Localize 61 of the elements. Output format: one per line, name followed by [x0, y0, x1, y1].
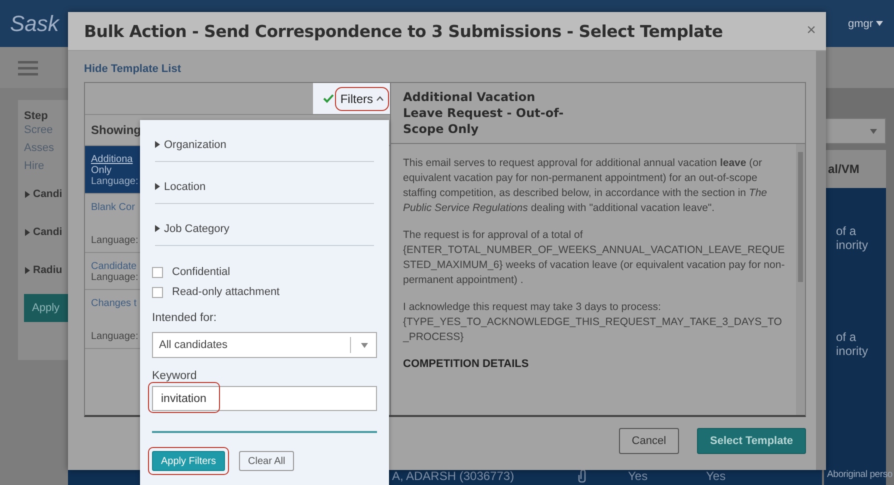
clear-all-button[interactable]: Clear All	[239, 451, 294, 471]
close-button[interactable]: ×	[806, 22, 816, 40]
caret-icon	[870, 128, 877, 134]
table-cell: A, ADARSH (3036773)	[392, 468, 514, 482]
preview-title: Additional Vacation Leave Request - Out-of-Scope Only	[403, 89, 565, 137]
filter-section[interactable]: Organization	[164, 138, 226, 150]
column-header: al/VM	[824, 150, 886, 188]
filters-toggle[interactable]: Filters	[313, 83, 390, 114]
scrollbar[interactable]	[796, 144, 805, 415]
apply-button[interactable]: Apply	[24, 294, 68, 322]
step-link[interactable]: Asses	[24, 142, 54, 154]
field-label: Keyword	[152, 370, 198, 382]
apply-filters-button[interactable]: Apply Filters	[152, 451, 226, 471]
checkbox-label: Read-only attachment	[172, 286, 280, 298]
table-cell: Yes	[628, 468, 648, 482]
menu-icon[interactable]	[18, 60, 38, 76]
app-logo: Sask	[9, 10, 59, 36]
template-language: Language:	[91, 331, 138, 342]
template-language: Language:	[91, 176, 138, 187]
select-template-button[interactable]: Select Template	[697, 428, 806, 454]
checkbox-label: Confidential	[172, 266, 230, 278]
caret-icon	[361, 342, 368, 348]
template-language: Language:	[91, 235, 138, 246]
template-title[interactable]: Additiona	[91, 154, 133, 165]
sidebar-section[interactable]: Candi	[33, 188, 62, 200]
filters-label[interactable]: Filters	[338, 90, 386, 108]
step-link[interactable]: Hire	[24, 160, 44, 172]
template-title[interactable]: Candidate	[91, 261, 137, 272]
preview-paragraph: The request is for approval of a total of {ENTER_TOTAL_NUMBER_OF_WEEKS_ANNUAL_VACATION_LEAVE_REQUESTED_MAXIMUM_6} weeks of vacation leave (or equivalent vacation pay for non-permanent appointment) .	[403, 228, 786, 288]
user-menu[interactable]: gmgr	[848, 18, 874, 30]
template-title[interactable]: Only	[91, 165, 112, 176]
table-cell-text: inority	[836, 344, 870, 358]
checkbox[interactable]	[152, 286, 163, 298]
keyword-field[interactable]: invitation	[152, 386, 377, 411]
preview-paragraph: I acknowledge this request may take 3 days to process: {TYPE_YES_TO_ACKNOWLEDGE_THIS_REQUEST_MAY_TAKE_3_DAYS_TO_PROCESS}	[403, 300, 783, 345]
table-cell: Yes	[706, 468, 726, 482]
hide-template-list-link[interactable]: Hide Template List	[84, 51, 181, 82]
table-cell-text: inority	[836, 238, 870, 252]
preview-heading: COMPETITION DETAILS	[403, 358, 529, 370]
filter-section[interactable]: Location	[164, 180, 206, 192]
template-language: Language:	[91, 272, 138, 283]
paperclip-icon	[576, 468, 588, 482]
template-title[interactable]: Changes t	[91, 298, 137, 309]
sidebar-section[interactable]: Candi	[33, 226, 62, 238]
cancel-button[interactable]: Cancel	[618, 428, 680, 454]
intended-for-select[interactable]: All candidates	[152, 332, 377, 358]
dialog-title: Bulk Action - Send Correspondence to 3 Submissions - Select Template	[84, 22, 723, 40]
step-link[interactable]: Scree	[24, 124, 53, 136]
table-cell-text: of a	[836, 330, 858, 344]
table-cell-text: of a	[836, 224, 858, 238]
filter-section[interactable]: Job Category	[164, 222, 230, 234]
preview-paragraph: This email serves to request approval for additional annual vacation leave (or equivalent vacation pay for non-permanent appointment) for an out-of-scope staffing competition, as described below, in accordance with the section in The Public Service Regulations dealing with "additional vacation leave".	[403, 156, 768, 216]
template-item[interactable]: Additiona Only Language:	[85, 146, 140, 194]
step-label: Step	[24, 110, 48, 122]
sidebar-section[interactable]: Radiu	[33, 264, 62, 276]
checkbox[interactable]	[152, 266, 163, 278]
select-field[interactable]	[824, 118, 886, 144]
field-label: Intended for:	[152, 312, 218, 324]
template-title[interactable]: Blank Cor	[91, 202, 135, 213]
showing-label: Showing	[91, 123, 141, 137]
scrollbar[interactable]	[816, 51, 826, 470]
